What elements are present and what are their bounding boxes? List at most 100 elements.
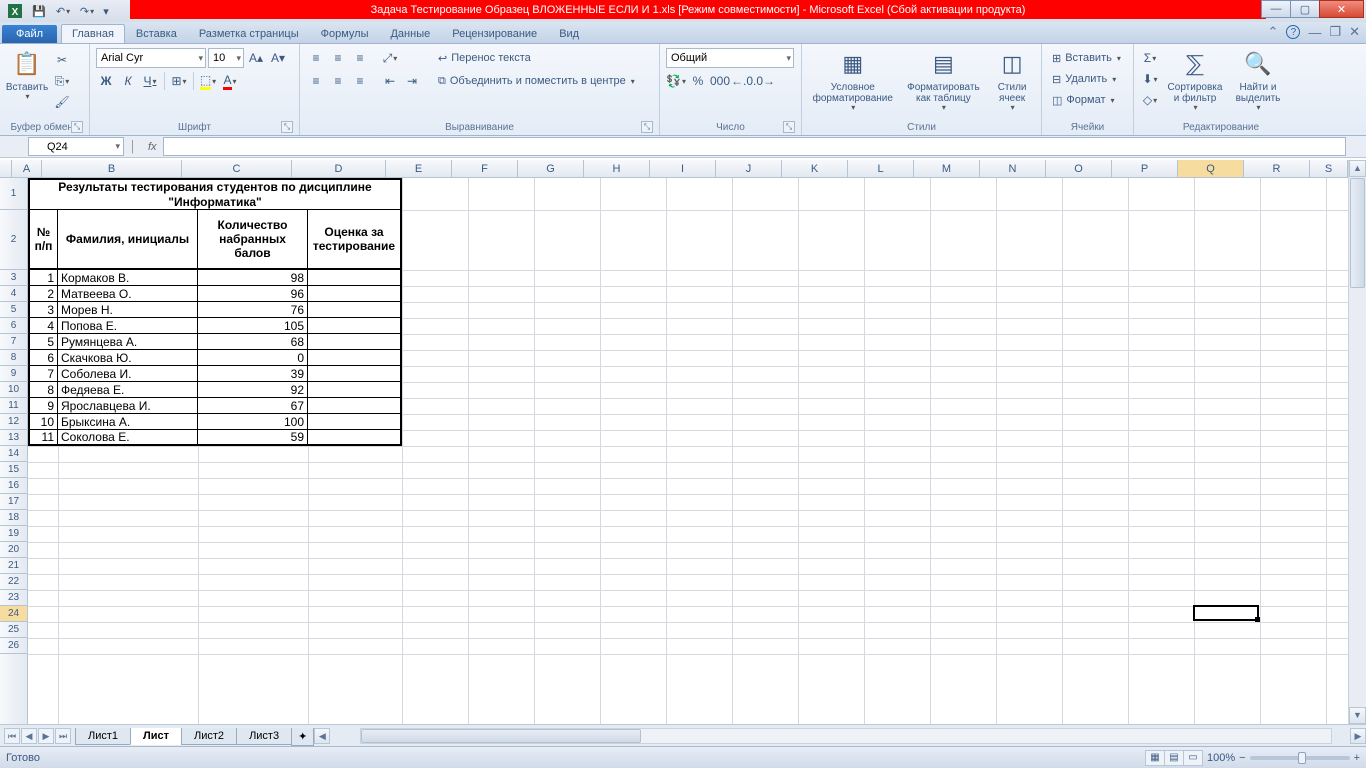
scroll-up-icon[interactable]: ▲ (1349, 160, 1366, 177)
row-header-11[interactable]: 11 (0, 398, 27, 414)
row-header-1[interactable]: 1 (0, 178, 27, 210)
cell-score-5[interactable]: 68 (198, 334, 308, 350)
cell-name-3[interactable]: Морев Н. (58, 302, 198, 318)
cell-num-7[interactable]: 7 (28, 366, 58, 382)
sheet-tab-Лист3[interactable]: Лист3 (236, 728, 292, 745)
cell-num-10[interactable]: 10 (28, 414, 58, 430)
col-header-F[interactable]: F (452, 160, 518, 177)
number-format-combo[interactable]: Общий (666, 48, 794, 68)
col-header-D[interactable]: D (292, 160, 386, 177)
row-header-3[interactable]: 3 (0, 270, 27, 286)
close-button[interactable]: ✕ (1319, 0, 1364, 18)
cell-styles-button[interactable]: ◫Стили ячеек▾ (989, 46, 1035, 115)
sheet-tab-Лист[interactable]: Лист (130, 728, 182, 745)
cell-grade-8[interactable] (308, 382, 402, 398)
percent-icon[interactable]: % (688, 71, 708, 91)
undo-icon[interactable]: ↶▾ (52, 2, 74, 20)
font-color-button[interactable]: A▾ (220, 71, 240, 91)
cut-icon[interactable]: ✂ (52, 50, 72, 70)
tab-home[interactable]: Главная (61, 24, 125, 43)
tab-data[interactable]: Данные (379, 24, 441, 43)
hscroll-left-icon[interactable]: ◀ (314, 728, 330, 744)
row-header-24[interactable]: 24 (0, 606, 27, 622)
row-header-20[interactable]: 20 (0, 542, 27, 558)
row-header-10[interactable]: 10 (0, 382, 27, 398)
cells-area[interactable]: Результаты тестирования студентов по дис… (28, 178, 1348, 724)
align-bottom-icon[interactable]: ≡ (350, 48, 370, 68)
view-normal-icon[interactable]: ▦ (1145, 750, 1165, 766)
row-header-19[interactable]: 19 (0, 526, 27, 542)
font-size-combo[interactable]: 10 (208, 48, 244, 68)
row-header-4[interactable]: 4 (0, 286, 27, 302)
window-close-icon[interactable]: ✕ (1349, 24, 1360, 40)
cell-name-8[interactable]: Федяева Е. (58, 382, 198, 398)
cell-num-4[interactable]: 4 (28, 318, 58, 334)
cell-grade-6[interactable] (308, 350, 402, 366)
sort-filter-button[interactable]: ⅀Сортировка и фильтр▾ (1164, 46, 1226, 115)
clear-icon[interactable]: ◇▾ (1140, 90, 1160, 110)
view-page-break-icon[interactable]: ▭ (1183, 750, 1203, 766)
header-grade[interactable]: Оценка за тестирование (308, 210, 402, 270)
help-icon[interactable]: ? (1286, 25, 1300, 39)
file-tab[interactable]: Файл (2, 25, 57, 43)
cell-score-4[interactable]: 105 (198, 318, 308, 334)
cell-score-11[interactable]: 59 (198, 430, 308, 446)
row-header-8[interactable]: 8 (0, 350, 27, 366)
align-center-icon[interactable]: ≡ (328, 71, 348, 91)
row-header-14[interactable]: 14 (0, 446, 27, 462)
cell-score-7[interactable]: 39 (198, 366, 308, 382)
italic-button[interactable]: К (118, 71, 138, 91)
name-box[interactable]: Q24 (28, 137, 124, 156)
col-header-R[interactable]: R (1244, 160, 1310, 177)
hscroll-thumb[interactable] (361, 729, 641, 743)
align-middle-icon[interactable]: ≡ (328, 48, 348, 68)
spreadsheet-grid[interactable]: ABCDEFGHIJKLMNOPQRS 12345678910111213141… (0, 160, 1348, 724)
zoom-out-button[interactable]: − (1239, 752, 1245, 764)
font-launcher[interactable]: ⤡ (281, 121, 293, 133)
cell-grade-10[interactable] (308, 414, 402, 430)
window-minimize-icon[interactable]: — (1308, 25, 1321, 40)
zoom-level[interactable]: 100% (1207, 752, 1235, 764)
row-header-7[interactable]: 7 (0, 334, 27, 350)
sheet-tab-Лист2[interactable]: Лист2 (181, 728, 237, 745)
col-header-L[interactable]: L (848, 160, 914, 177)
underline-button[interactable]: Ч▾ (140, 71, 160, 91)
cell-num-3[interactable]: 3 (28, 302, 58, 318)
table-title[interactable]: Результаты тестирования студентов по дис… (28, 178, 402, 210)
row-header-13[interactable]: 13 (0, 430, 27, 446)
format-painter-icon[interactable]: 🖌 (52, 92, 72, 112)
cell-name-4[interactable]: Попова Е. (58, 318, 198, 334)
delete-cells-button[interactable]: ⊟Удалить▾ (1048, 69, 1120, 89)
zoom-in-button[interactable]: + (1354, 752, 1360, 764)
cell-grade-2[interactable] (308, 286, 402, 302)
cell-num-11[interactable]: 11 (28, 430, 58, 446)
cell-num-5[interactable]: 5 (28, 334, 58, 350)
increase-font-icon[interactable]: A▴ (246, 48, 266, 68)
wrap-text-button[interactable]: ↩Перенос текста (434, 48, 639, 68)
zoom-thumb[interactable] (1298, 752, 1306, 764)
row-header-6[interactable]: 6 (0, 318, 27, 334)
col-header-S[interactable]: S (1310, 160, 1348, 177)
save-icon[interactable]: 💾 (28, 2, 50, 20)
row-header-15[interactable]: 15 (0, 462, 27, 478)
font-name-combo[interactable]: Arial Cyr (96, 48, 206, 68)
cell-score-8[interactable]: 92 (198, 382, 308, 398)
cell-name-1[interactable]: Кормаков В. (58, 270, 198, 286)
row-header-5[interactable]: 5 (0, 302, 27, 318)
border-button[interactable]: ⊞▾ (169, 71, 189, 91)
decrease-decimal-icon[interactable]: .0→ (754, 71, 774, 91)
fill-icon[interactable]: ⬇▾ (1140, 69, 1160, 89)
increase-decimal-icon[interactable]: ←.0 (732, 71, 752, 91)
minimize-button[interactable]: — (1261, 0, 1291, 18)
decrease-font-icon[interactable]: A▾ (268, 48, 288, 68)
tab-formulas[interactable]: Формулы (310, 24, 380, 43)
col-header-G[interactable]: G (518, 160, 584, 177)
cell-name-2[interactable]: Матвеева О. (58, 286, 198, 302)
row-header-18[interactable]: 18 (0, 510, 27, 526)
sheet-nav-prev-icon[interactable]: ◀ (21, 728, 37, 744)
horizontal-scrollbar[interactable] (360, 728, 1332, 744)
align-right-icon[interactable]: ≡ (350, 71, 370, 91)
clipboard-launcher[interactable]: ⤡ (71, 121, 83, 133)
view-page-layout-icon[interactable]: ▤ (1164, 750, 1184, 766)
formula-input[interactable] (163, 137, 1346, 156)
